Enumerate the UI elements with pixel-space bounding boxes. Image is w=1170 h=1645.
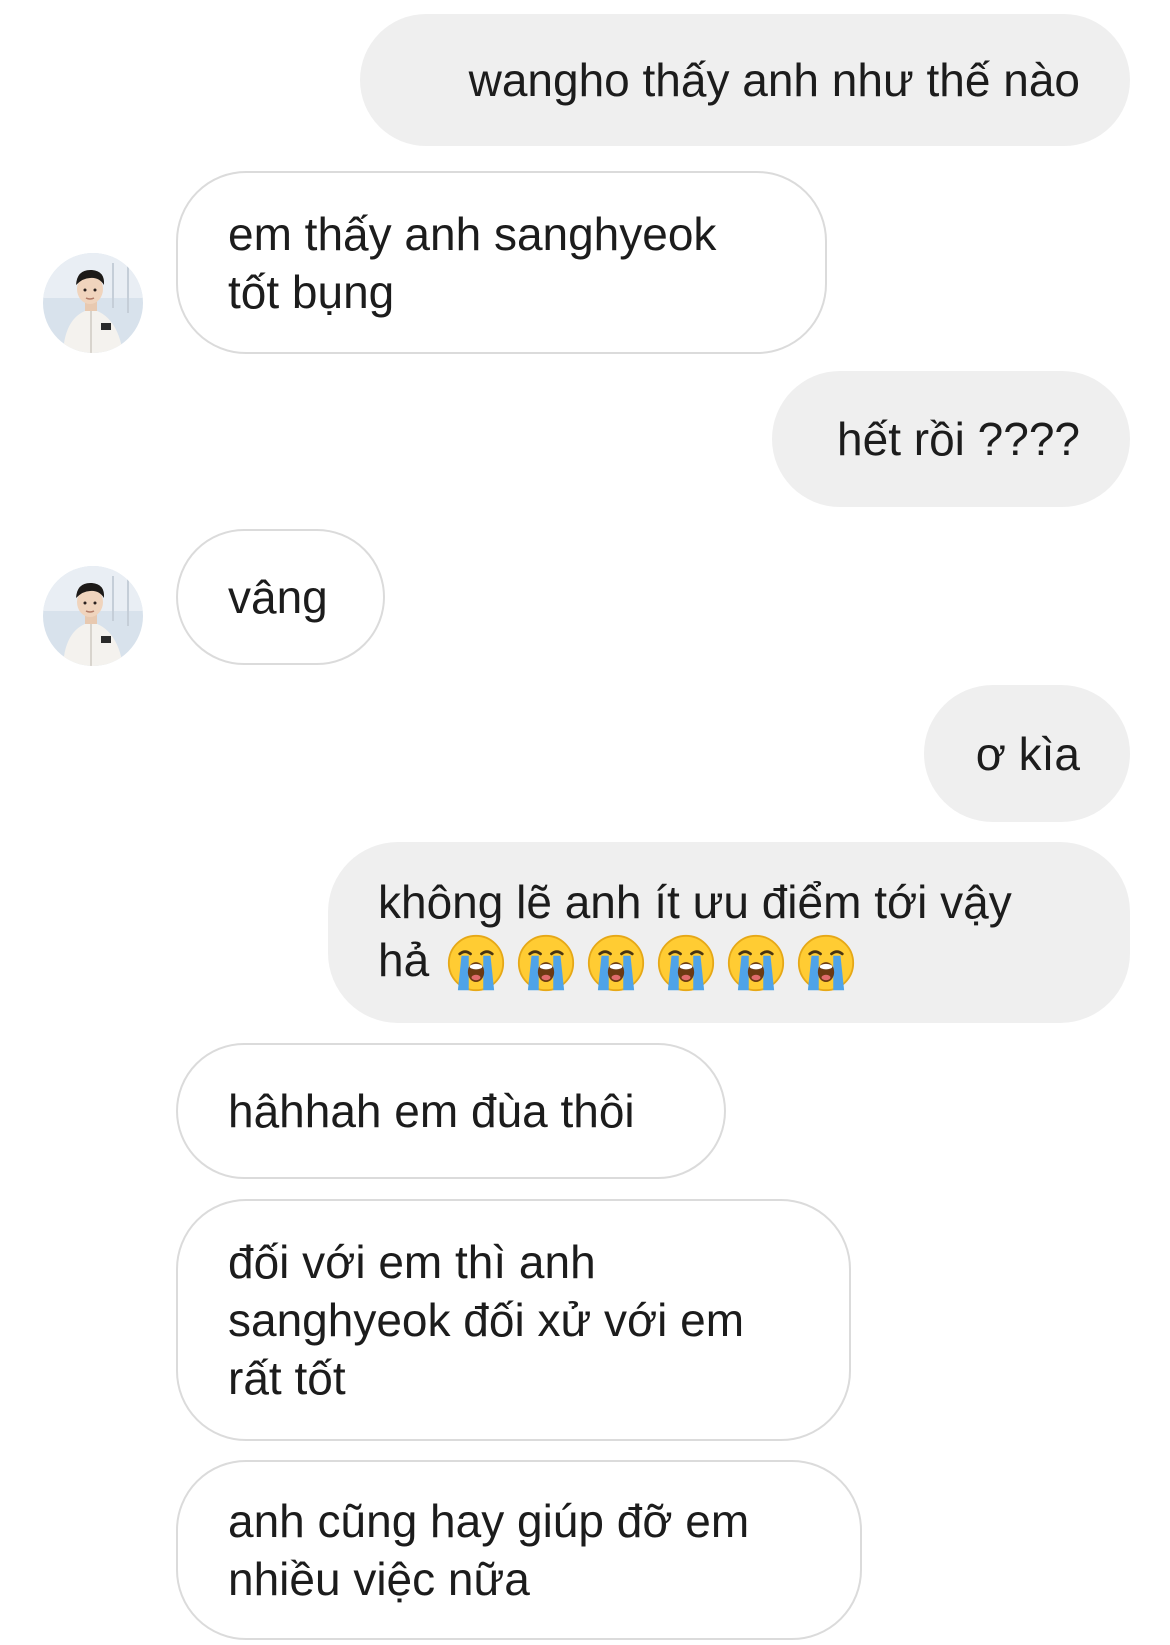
- message-text: không lẽ anh ít ưu điểm tới vậy: [378, 875, 1012, 928]
- message-text: tốt bụng: [228, 265, 395, 318]
- loudly-crying-face-icon: [517, 934, 575, 992]
- message-text: vâng: [228, 571, 328, 623]
- loudly-crying-face-icon: [447, 934, 505, 992]
- message-bubble-sent[interactable]: hết rồi ????: [772, 371, 1130, 507]
- message-bubble-received[interactable]: anh cũng hay giúp đỡ em nhiều việc nữa: [176, 1460, 862, 1640]
- message-text: hết rồi ????: [837, 413, 1080, 465]
- message-text: hâhhah em đùa thôi: [228, 1085, 635, 1137]
- avatar[interactable]: [43, 566, 143, 666]
- loudly-crying-face-icon: [727, 934, 785, 992]
- message-bubble-received[interactable]: hâhhah em đùa thôi: [176, 1043, 726, 1179]
- message-line: hả: [378, 931, 855, 993]
- message-bubble-sent[interactable]: wangho thấy anh như thế nào: [360, 14, 1130, 146]
- avatar[interactable]: [43, 253, 143, 353]
- message-text: ơ kìa: [975, 727, 1080, 780]
- message-text: wangho thấy anh như thế nào: [468, 54, 1080, 106]
- message-text: anh cũng hay giúp đỡ em: [228, 1495, 750, 1547]
- loudly-crying-face-icon: [587, 934, 645, 992]
- message-text: nhiều việc nữa: [228, 1553, 530, 1605]
- loudly-crying-face-icon: [797, 934, 855, 992]
- message-bubble-received[interactable]: đối với em thì anh sanghyeok đối xử với …: [176, 1199, 851, 1441]
- emoji-group: [447, 934, 855, 992]
- message-bubble-received[interactable]: em thấy anh sanghyeok tốt bụng: [176, 171, 827, 354]
- message-text: đối với em thì anh: [228, 1236, 596, 1288]
- message-text: sanghyeok đối xử với em: [228, 1294, 745, 1346]
- message-text: em thấy anh sanghyeok: [228, 207, 717, 260]
- message-bubble-received[interactable]: vâng: [176, 529, 385, 665]
- message-bubble-sent[interactable]: ơ kìa: [924, 685, 1130, 822]
- user-avatar-photo-icon: [43, 253, 143, 353]
- message-text: rất tốt: [228, 1352, 346, 1404]
- user-avatar-photo-icon: [43, 566, 143, 666]
- message-text: hả: [378, 933, 430, 986]
- loudly-crying-face-icon: [657, 934, 715, 992]
- message-bubble-sent[interactable]: không lẽ anh ít ưu điểm tới vậy hả: [328, 842, 1130, 1023]
